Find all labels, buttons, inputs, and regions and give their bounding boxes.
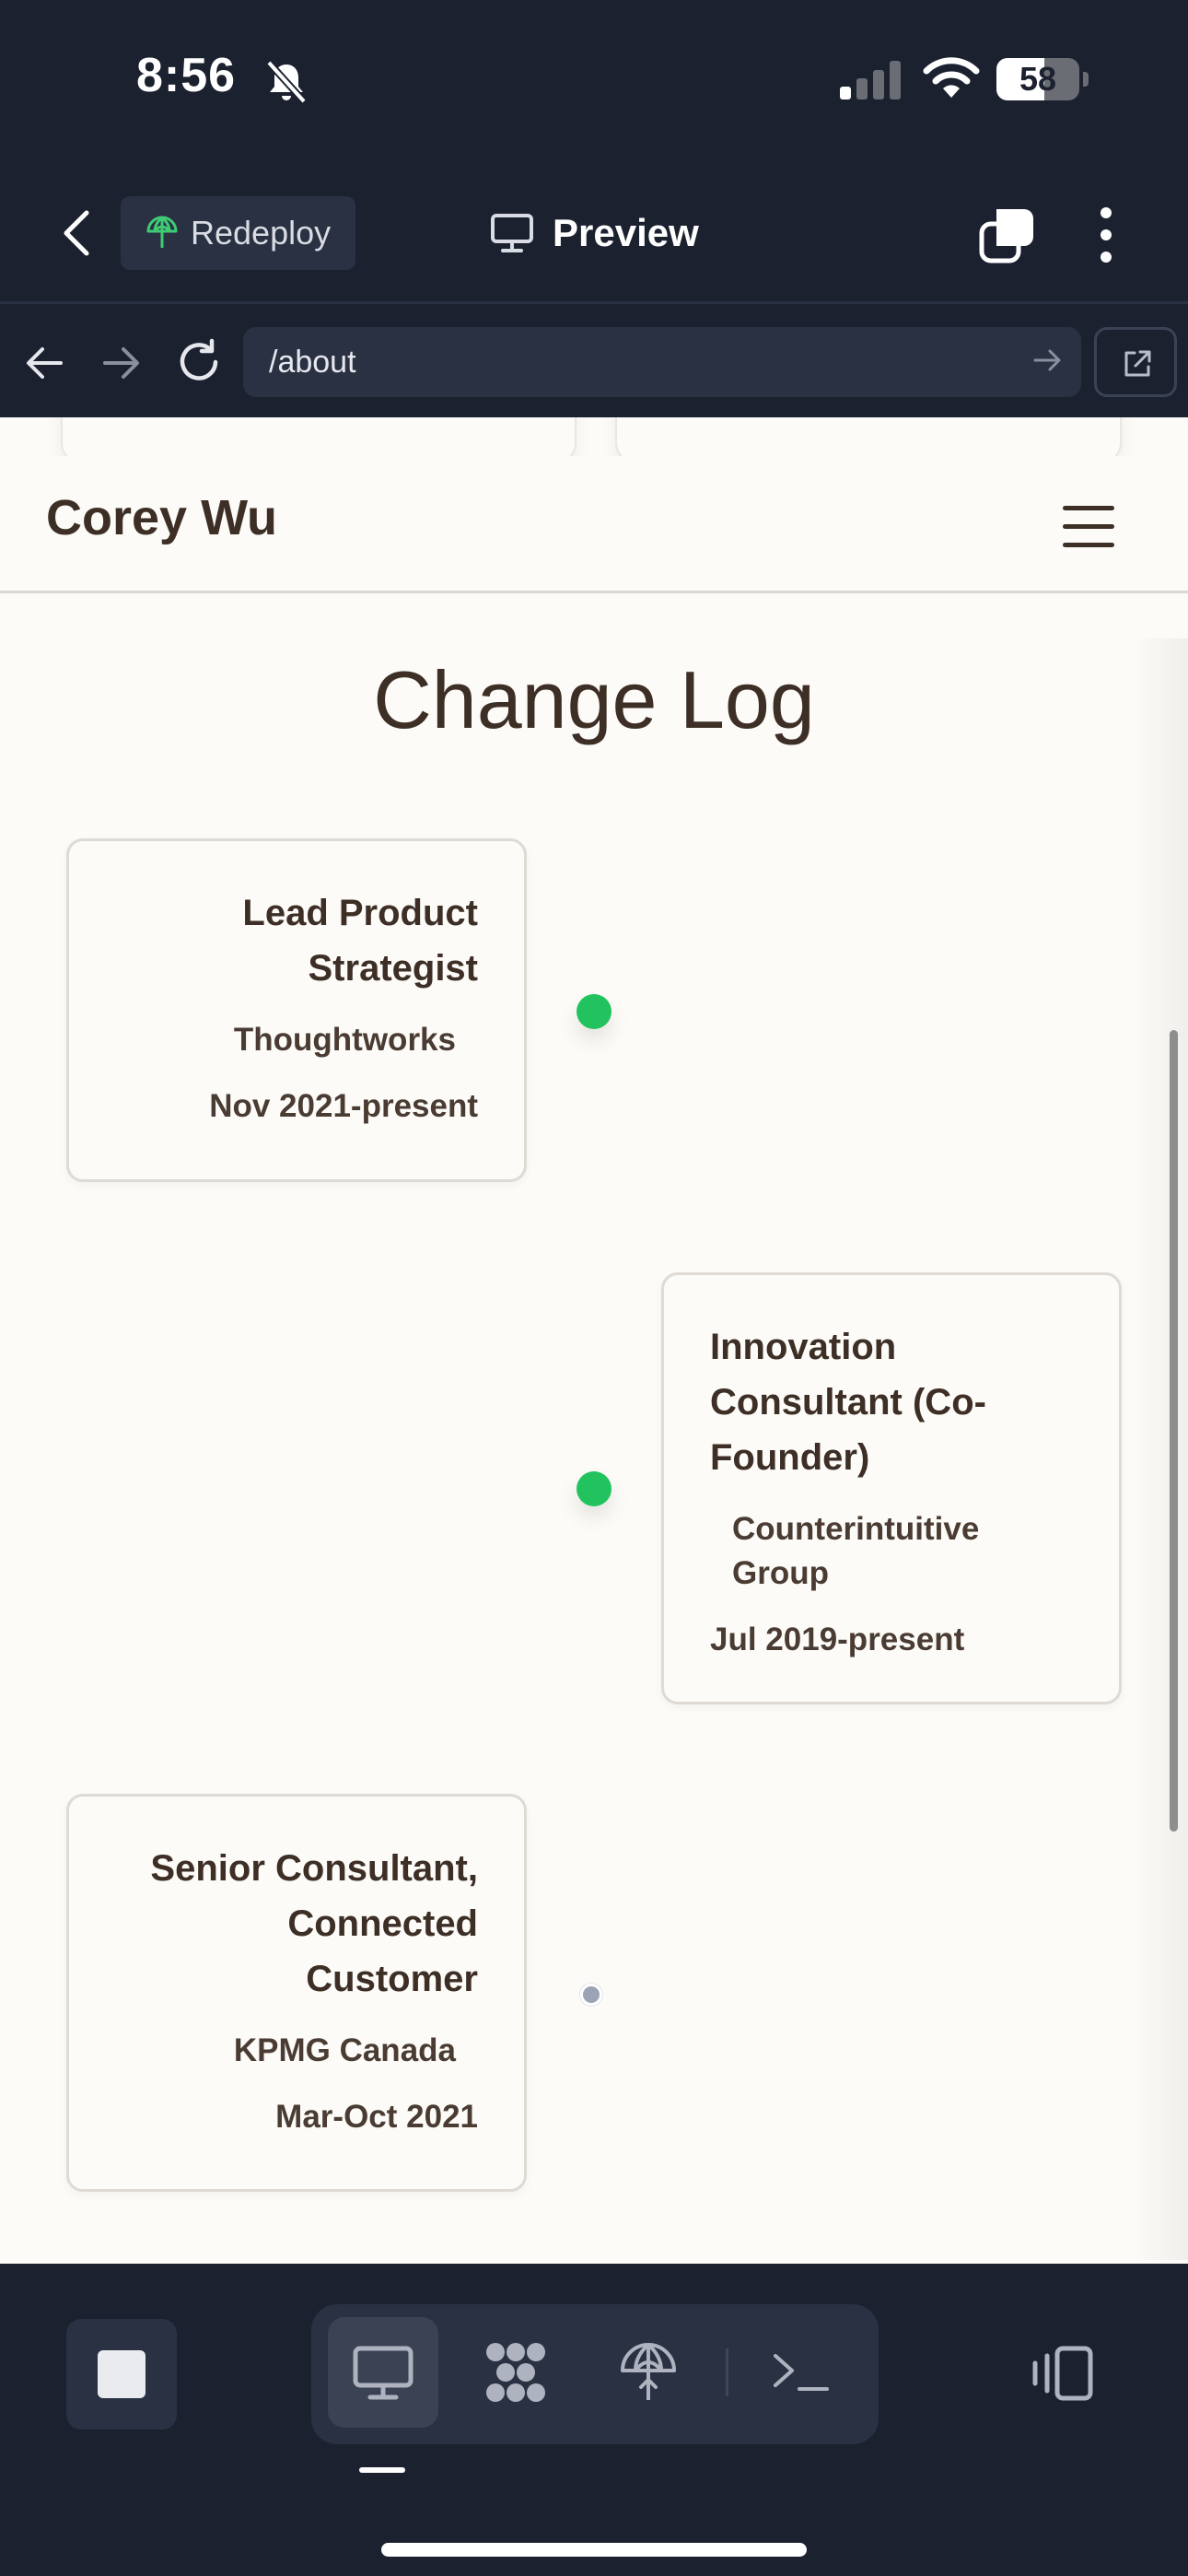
nodes-tool-button[interactable] (460, 2317, 571, 2428)
role-title: Lead Product Strategist (242, 893, 478, 989)
changelog-card: Lead Product Strategist Thoughtworks Nov… (66, 838, 527, 1182)
app-toolbar: Redeploy Preview (0, 161, 1188, 304)
redeploy-button[interactable]: Redeploy (121, 196, 355, 270)
tool-separator (726, 2348, 728, 2396)
status-time: 8:56 (136, 49, 237, 102)
changelog-card: Innovation Consultant (Co-Founder) Count… (661, 1272, 1122, 1704)
date-range: Jul 2019-present (710, 1622, 965, 1657)
timeline-dot-active (577, 994, 611, 1029)
tabs-icon[interactable] (978, 205, 1037, 264)
layout-toggle-icon[interactable] (1030, 2343, 1096, 2404)
timeline-dot-inactive (580, 1984, 602, 2006)
bell-slash-icon (266, 60, 307, 104)
home-indicator[interactable] (381, 2543, 807, 2557)
timeline-dot-active (577, 1471, 611, 1506)
open-external-button[interactable] (1094, 327, 1177, 397)
url-bar: /about (0, 307, 1188, 417)
role-title: Senior Consultant, Connected Customer (150, 1848, 478, 1999)
page-scrollbar[interactable] (1170, 1030, 1178, 1832)
reload-icon[interactable] (175, 338, 223, 386)
status-bar: 8:56 58 (0, 0, 1188, 161)
more-vertical-icon[interactable] (1092, 205, 1120, 264)
stop-button[interactable] (66, 2319, 177, 2430)
monitor-icon (491, 214, 533, 252)
preview-tab[interactable]: Preview (490, 198, 699, 268)
company-name: Thoughtworks (233, 1022, 456, 1058)
desktop-tool-button[interactable] (328, 2317, 438, 2428)
company-name: KPMG Canada (233, 2032, 456, 2068)
stop-icon (98, 2350, 146, 2398)
bottom-dock (0, 2264, 1188, 2576)
changelog-card: Senior Consultant, Connected Customer KP… (66, 1794, 527, 2192)
date-range: Nov 2021-present (209, 1088, 478, 1124)
url-field[interactable]: /about (243, 327, 1081, 397)
tool-group (311, 2304, 879, 2444)
role-title: Innovation Consultant (Co-Founder) (710, 1327, 986, 1478)
go-arrow-icon[interactable] (1031, 344, 1065, 377)
open-external-icon (1124, 350, 1151, 377)
web-page: Corey Wu Change Log Lead Product Strateg… (0, 417, 1188, 2264)
active-tool-indicator (359, 2467, 405, 2473)
desktop-icon (353, 2346, 413, 2400)
date-range: Mar-Oct 2021 (275, 2099, 478, 2135)
edge-shadow (1133, 638, 1188, 2260)
changelog-heading: Change Log (373, 654, 815, 745)
company-name: Counterintuitive Group (732, 1511, 980, 1591)
site-header: Corey Wu (0, 456, 1188, 593)
redeploy-label: Redeploy (191, 214, 332, 252)
hamburger-menu-icon[interactable] (1063, 506, 1114, 548)
cellular-signal-icon (840, 61, 901, 100)
battery-icon: 58 (996, 58, 1079, 100)
nodes-icon (486, 2343, 545, 2402)
battery-level: 58 (1019, 60, 1057, 98)
terminal-tool-button[interactable] (746, 2317, 856, 2428)
arrow-right-icon[interactable] (99, 342, 142, 384)
chevron-left-icon[interactable] (55, 207, 101, 259)
deploy-tool-button[interactable] (593, 2317, 704, 2428)
wifi-icon (923, 57, 980, 98)
site-title[interactable]: Corey Wu (46, 489, 277, 546)
arrow-left-icon[interactable] (24, 342, 66, 384)
terminal-icon (774, 2354, 829, 2391)
deploy-icon (146, 216, 178, 248)
preview-label: Preview (553, 211, 699, 254)
battery-nub (1083, 72, 1089, 87)
deploy-icon (621, 2343, 676, 2400)
